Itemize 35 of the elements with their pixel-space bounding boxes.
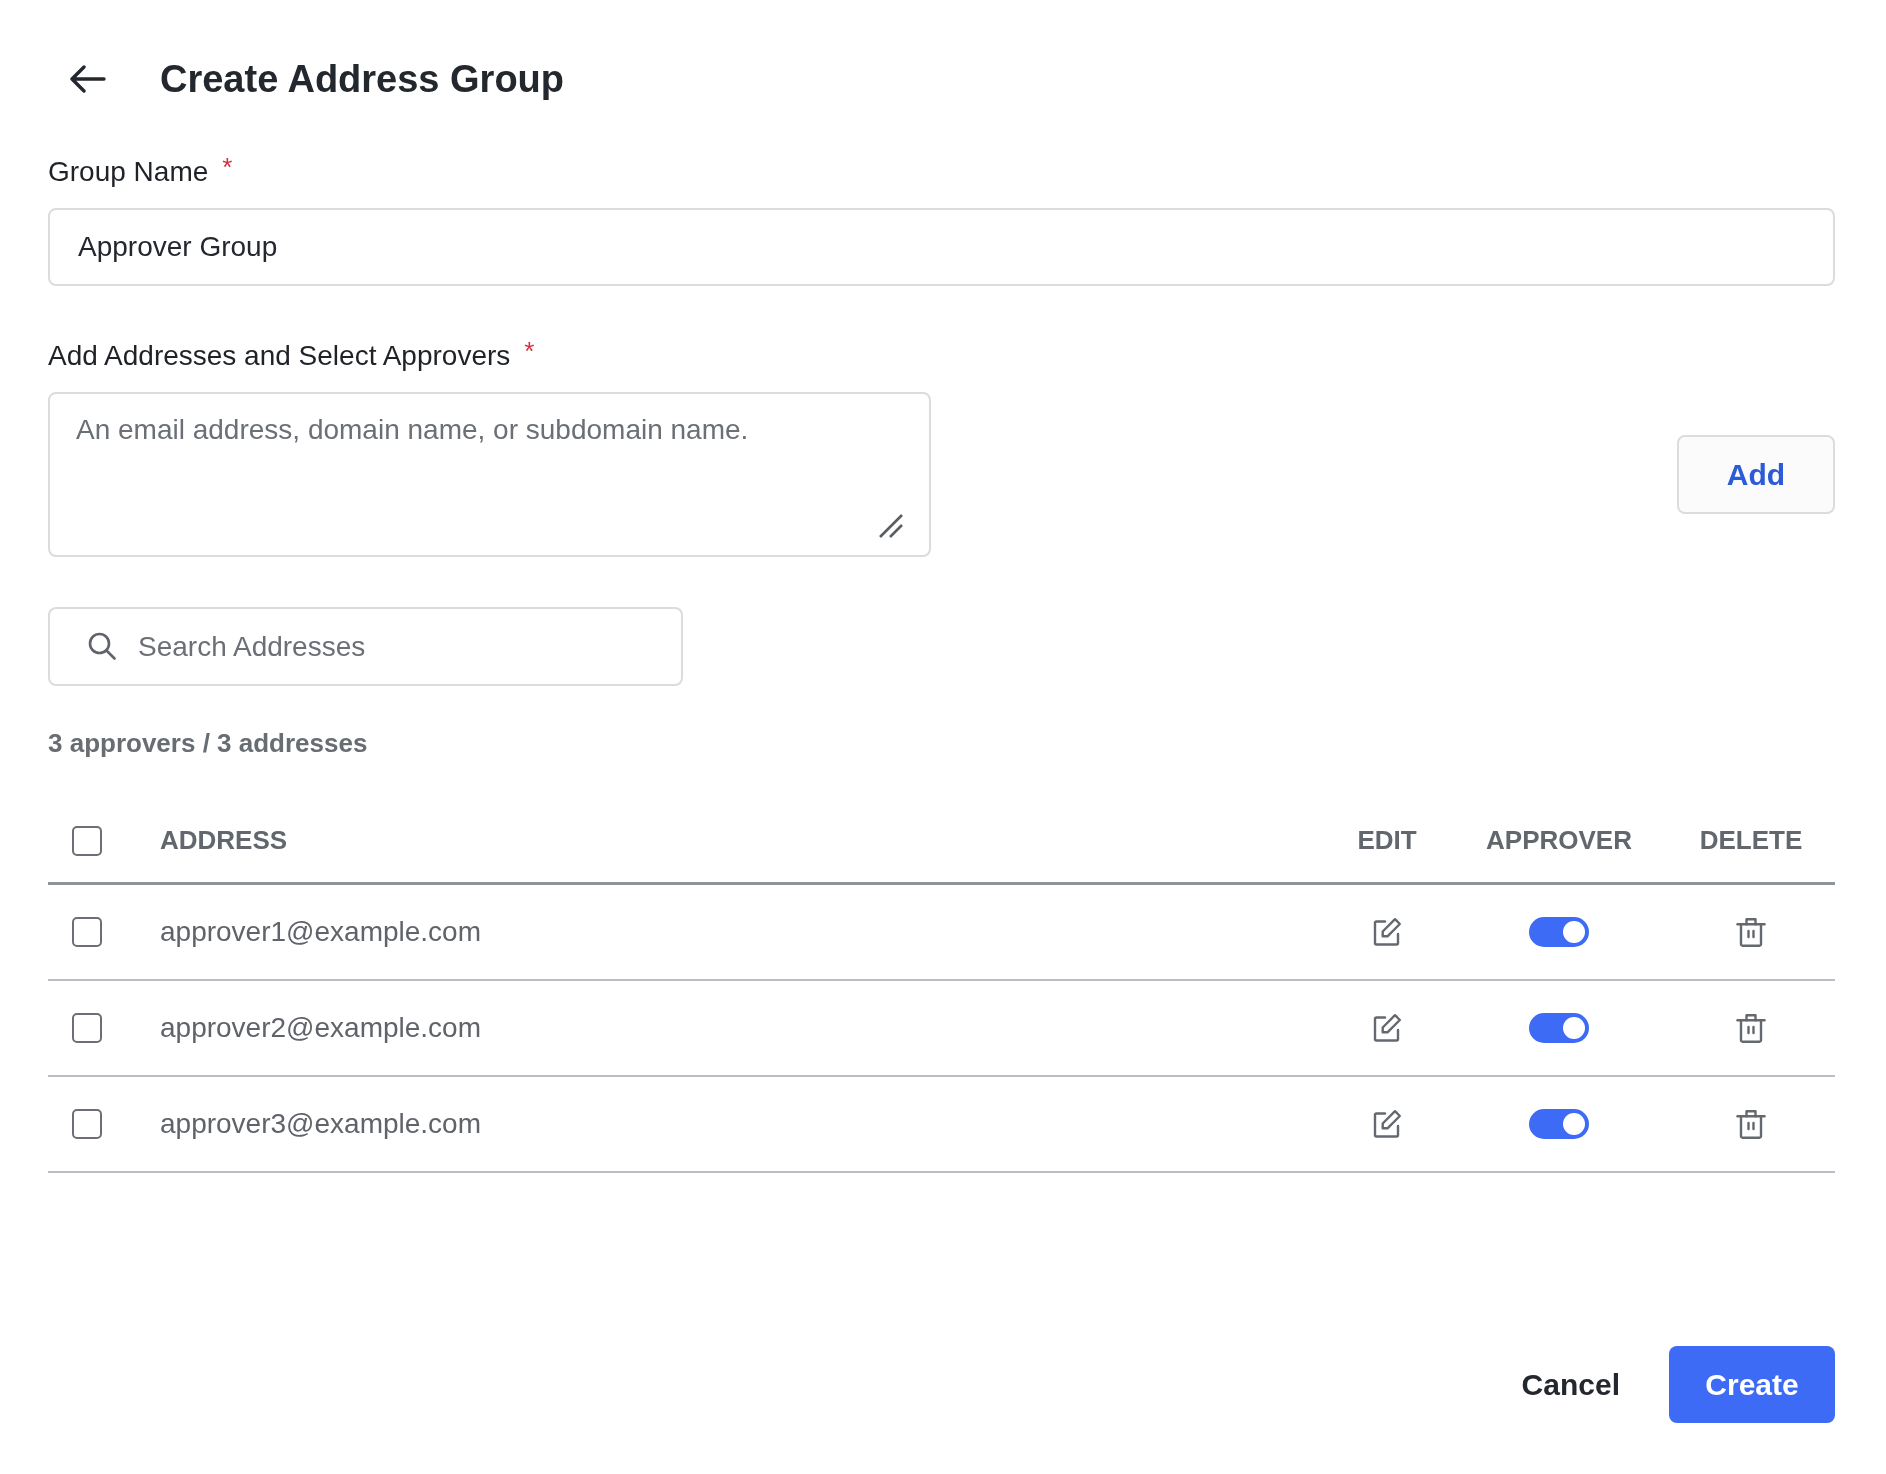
required-mark: *	[222, 154, 233, 180]
column-header: DELETE	[1699, 825, 1803, 856]
approver-toggle[interactable]	[1529, 1013, 1589, 1043]
approver-count: 3 approvers / 3 addresses	[48, 727, 368, 760]
column-header: APPROVER	[1486, 825, 1632, 856]
select-all-checkbox[interactable]	[72, 825, 102, 856]
row-checkbox[interactable]	[72, 1109, 102, 1139]
column-header: ADDRESS	[160, 825, 288, 856]
row-checkbox[interactable]	[72, 917, 102, 947]
address-cell: approver3@example.com	[160, 1108, 481, 1140]
add-button[interactable]: Add	[1677, 435, 1835, 514]
create-button[interactable]: Create	[1669, 1346, 1835, 1423]
resize-handle-icon[interactable]	[879, 514, 903, 538]
address-input-field[interactable]: An email address, domain name, or subdomain name.	[48, 392, 931, 557]
field-label: Add Addresses and Select Approvers	[48, 339, 511, 373]
approver-toggle[interactable]	[1529, 917, 1589, 947]
row-checkbox[interactable]	[72, 1013, 102, 1043]
edit-icon[interactable]	[1372, 917, 1402, 947]
back-arrow-icon[interactable]	[70, 65, 106, 93]
approver-toggle[interactable]	[1529, 1109, 1589, 1139]
address-cell: approver2@example.com	[160, 1012, 481, 1044]
trash-icon[interactable]	[1736, 1109, 1766, 1139]
trash-icon[interactable]	[1736, 1013, 1766, 1043]
address-cell: approver1@example.com	[160, 916, 481, 948]
required-mark: *	[524, 338, 535, 364]
group-name-field[interactable]: Approver Group	[48, 208, 1835, 286]
trash-icon[interactable]	[1736, 917, 1766, 947]
cancel-button[interactable]: Cancel	[1517, 1346, 1624, 1423]
column-header: EDIT	[1357, 825, 1417, 856]
search-field[interactable]: Search Addresses	[48, 607, 683, 686]
page-title: Create Address Group	[160, 57, 565, 102]
edit-icon[interactable]	[1372, 1109, 1402, 1139]
edit-icon[interactable]	[1372, 1013, 1402, 1043]
search-icon	[88, 632, 116, 660]
field-label: Group Name	[48, 155, 209, 189]
